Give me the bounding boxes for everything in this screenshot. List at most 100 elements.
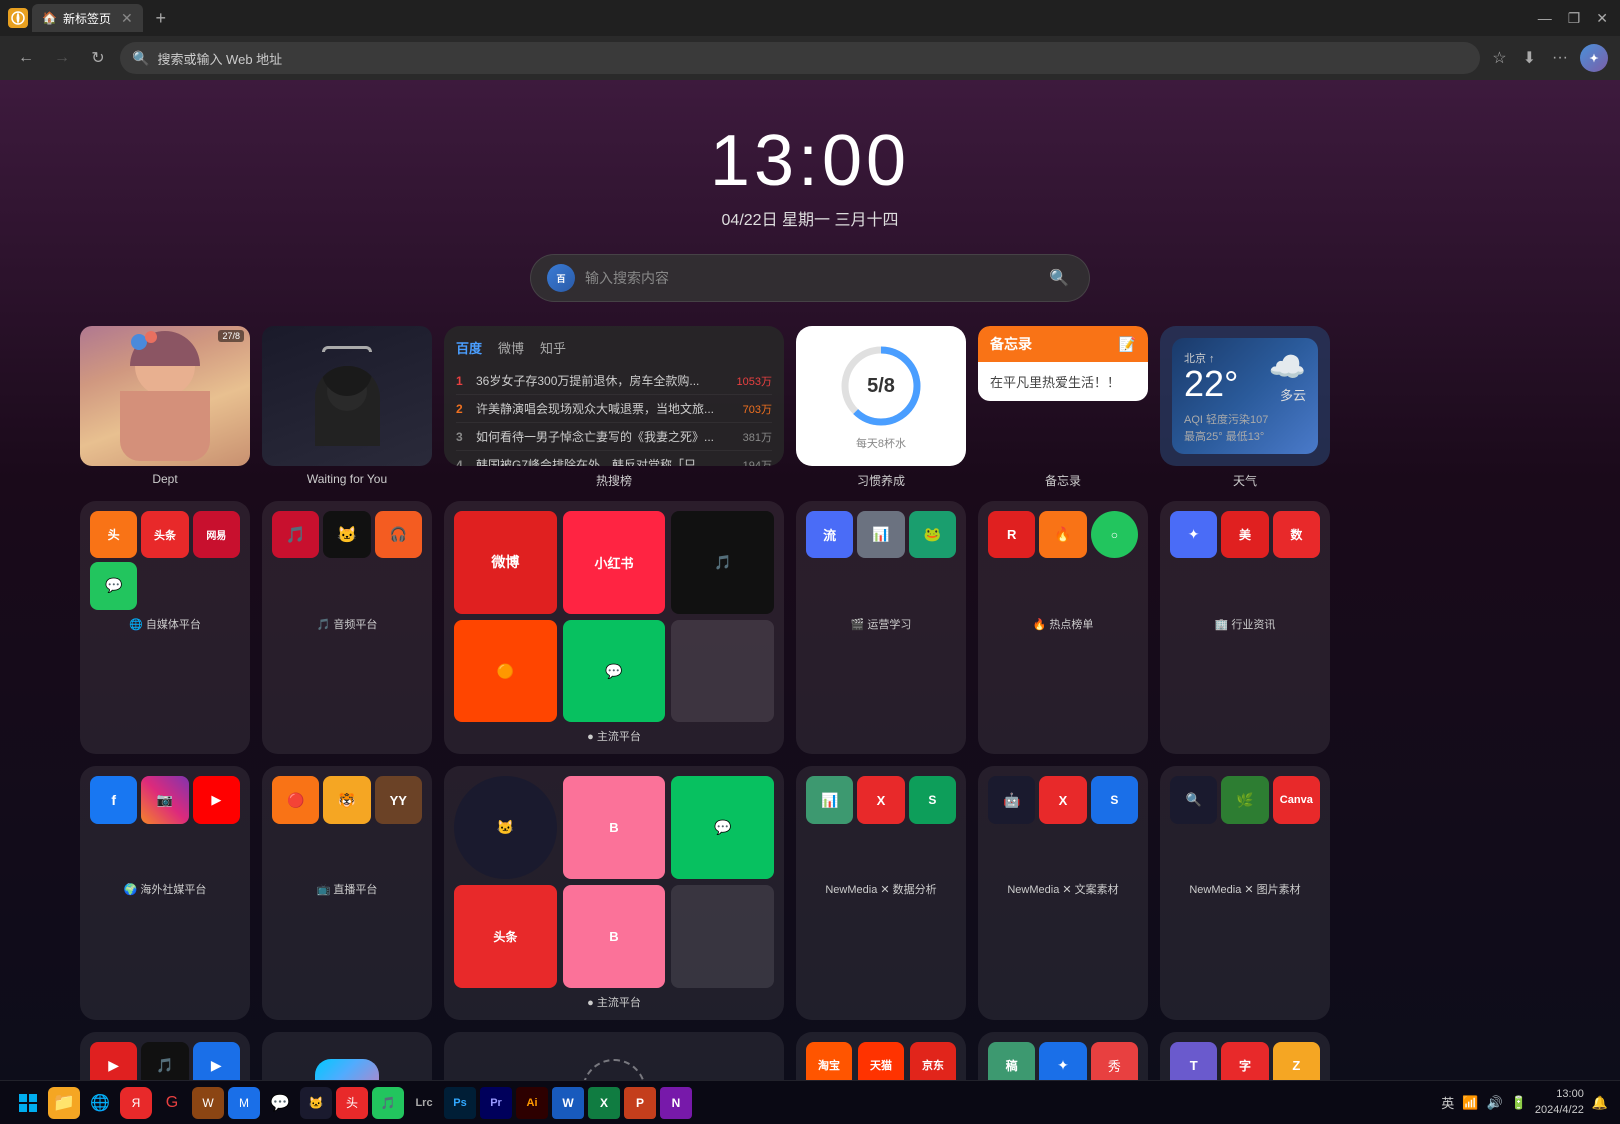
- photo-card-dept[interactable]: 27/8 Dept: [80, 326, 250, 489]
- app-icon-live1: 🔴: [272, 776, 319, 823]
- maximize-button[interactable]: ❐: [1564, 6, 1585, 31]
- folder-design[interactable]: 稿 ✦ 秀 NewMedia ✕ 作图工具: [978, 1032, 1148, 1080]
- photo-card-waiting[interactable]: Waiting for You: [262, 326, 432, 489]
- app-icon-tianmao: 天猫: [858, 1042, 904, 1080]
- app-icon-empty1: [141, 562, 188, 609]
- clock-time: 13:00: [0, 120, 1620, 202]
- add-icon-card[interactable]: + 添加图标: [444, 1032, 784, 1080]
- app-icon-empty17: [141, 828, 188, 875]
- taskbar-edge[interactable]: 🌐: [84, 1087, 116, 1119]
- hot-tab-zhihu[interactable]: 知乎: [540, 338, 566, 357]
- close-button[interactable]: ✕: [1592, 6, 1612, 31]
- hot-item-1[interactable]: 1 36岁女子存300万提前退休，房车全款购... 1053万: [456, 367, 772, 395]
- refresh-button[interactable]: ↻: [84, 44, 112, 72]
- taskbar-pr[interactable]: Pr: [480, 1087, 512, 1119]
- taskbar-lrc[interactable]: Lrc: [408, 1087, 440, 1119]
- app-icon-empty6: [671, 620, 774, 723]
- app-icon-toutiao-red: 头条: [141, 511, 188, 558]
- habit-card[interactable]: 5/8 每天8杯水 习惯养成: [796, 326, 966, 489]
- folder-ecommerce[interactable]: 淘宝 天猫 京东 ❤ ebay amzn 🛒 电商平台: [796, 1032, 966, 1080]
- forward-button[interactable]: →: [48, 44, 76, 72]
- download-icon[interactable]: ⬇: [1519, 44, 1540, 72]
- app-icon-instagram: 📷: [141, 776, 188, 823]
- hot-item-4[interactable]: 4 韩国被G7峰会排除在外，韩反对党称「只... 194万: [456, 451, 772, 466]
- folder-overseas[interactable]: f 📷 ▶ 🌍 海外社媒平台: [80, 766, 250, 1019]
- zimeiti-label: 🌐 自媒体平台: [90, 616, 240, 632]
- app-icon-ind3: 数: [1273, 511, 1320, 558]
- back-button[interactable]: ←: [12, 44, 40, 72]
- row3-grid: f 📷 ▶ 🌍 海外社媒平台 🔴 🐯 YY 📺 直播平台: [0, 766, 1620, 1019]
- gradient-icon: [315, 1059, 379, 1080]
- image-label: NewMedia ✕ 图片素材: [1170, 881, 1320, 897]
- folder-image[interactable]: 🔍 🌿 Canva NewMedia ✕ 图片素材: [1160, 766, 1330, 1019]
- taskbar-word[interactable]: W: [552, 1087, 584, 1119]
- menu-icon[interactable]: ···: [1548, 45, 1572, 71]
- minimize-button[interactable]: —: [1534, 6, 1556, 30]
- taskbar-app2[interactable]: W: [192, 1087, 224, 1119]
- taskbar-ai[interactable]: Ai: [516, 1087, 548, 1119]
- folder-zhuliu2[interactable]: 🐱 B 💬 头条 B ● 主流平台: [444, 766, 784, 1019]
- gradient-card[interactable]: 渐变色: [262, 1032, 432, 1080]
- taskbar-app7[interactable]: 🎵: [372, 1087, 404, 1119]
- app-icon-empty19: [272, 828, 319, 875]
- browser-toolbar: ← → ↻ 🔍 搜索或输入 Web 地址 ☆ ⬇ ··· ✦: [0, 36, 1620, 80]
- taskbar-onenote[interactable]: N: [660, 1087, 692, 1119]
- taskbar-volume[interactable]: 🔊: [1487, 1095, 1503, 1111]
- app-icon-ai2: X: [1039, 776, 1086, 823]
- hot-item-3[interactable]: 3 如何看待一男子悼念亡妻写的《我妻之死》... 381万: [456, 423, 772, 451]
- folder-hotlist[interactable]: R 🔥 ○ 🔥 热点榜单: [978, 501, 1148, 754]
- folder-audio[interactable]: 🎵 🐱 🎧 🎵 音频平台: [262, 501, 432, 754]
- app-icon-empty25: [909, 828, 956, 875]
- browser-tab-active[interactable]: 🏠 新标签页 ✕: [32, 4, 143, 32]
- folder-live[interactable]: 🔴 🐯 YY 📺 直播平台: [262, 766, 432, 1019]
- hot-search-tabs: 百度 微博 知乎: [456, 338, 772, 357]
- taskbar-yandex[interactable]: Я: [120, 1087, 152, 1119]
- taskbar-ppt[interactable]: P: [624, 1087, 656, 1119]
- weather-card[interactable]: 北京 ↑ 22° ☁️ 多云 AQI 轻度污染107最高25° 最低13° 天气: [1160, 326, 1330, 489]
- data-label: NewMedia ✕ 数据分析: [806, 881, 956, 897]
- taskbar-excel[interactable]: X: [588, 1087, 620, 1119]
- search-bar[interactable]: 百 输入搜索内容 🔍: [530, 254, 1090, 302]
- app-icon-empty4: [323, 562, 370, 609]
- live-label: 📺 直播平台: [272, 881, 422, 897]
- taskbar-app1[interactable]: G: [156, 1087, 188, 1119]
- hot-item-2[interactable]: 2 许美静演唱会现场观众大喊退票，当地文旅... 703万: [456, 395, 772, 423]
- taskbar-app6[interactable]: 头: [336, 1087, 368, 1119]
- hot-tab-baidu[interactable]: 百度: [456, 338, 482, 357]
- folder-zhuliu[interactable]: 微博 小红书 🎵 🟠 💬 ● 主流平台: [444, 501, 784, 754]
- address-bar[interactable]: 🔍 搜索或输入 Web 地址: [120, 42, 1480, 74]
- folder-wenzi[interactable]: 🤖 X S NewMedia ✕ 文案素材: [978, 766, 1148, 1019]
- folder-zimeiti[interactable]: 头 头条 网易 💬 🌐 自媒体平台: [80, 501, 250, 754]
- taskbar-files[interactable]: 📁: [48, 1087, 80, 1119]
- folder-font[interactable]: T 字 Z NewMedia ✕ 字体素材: [1160, 1032, 1330, 1080]
- folder-video[interactable]: ▶ 🎵 ▶ 📱 短视频&长视频平台: [80, 1032, 250, 1080]
- folder-industry[interactable]: ✦ 美 数 🏢 行业资讯: [1160, 501, 1330, 754]
- memo-card[interactable]: 备忘录 📝 在平凡里热爱生活！！ 备忘录: [978, 326, 1148, 489]
- app-icon-hot1: R: [988, 511, 1035, 558]
- app-icon-ind1: ✦: [1170, 511, 1217, 558]
- app-icon-bilibili2: B: [563, 776, 666, 879]
- taskbar-app5[interactable]: 🐱: [300, 1087, 332, 1119]
- start-button[interactable]: [12, 1087, 44, 1119]
- app-icon-yy3: 🐸: [909, 511, 956, 558]
- new-tab-button[interactable]: +: [147, 4, 175, 32]
- app-icon-facebook: f: [90, 776, 137, 823]
- folder-yunying[interactable]: 流 📊 🐸 🎬 运营学习: [796, 501, 966, 754]
- search-submit-icon[interactable]: 🔍: [1045, 264, 1073, 292]
- app-icon-empty15: [1273, 562, 1320, 609]
- taskbar-lang[interactable]: 英: [1441, 1093, 1454, 1112]
- taskbar-wifi[interactable]: 📶: [1462, 1095, 1478, 1111]
- taskbar-notification[interactable]: 🔔: [1592, 1095, 1608, 1111]
- app-icon-bilibili3: B: [563, 885, 666, 988]
- hot-tab-weibo[interactable]: 微博: [498, 338, 524, 357]
- taskbar-ps[interactable]: Ps: [444, 1087, 476, 1119]
- taskbar-battery[interactable]: 🔋: [1511, 1095, 1527, 1111]
- favorites-icon[interactable]: ☆: [1488, 44, 1510, 72]
- folder-data[interactable]: 📊 X S NewMedia ✕ 数据分析: [796, 766, 966, 1019]
- clock-section: 13:00 04/22日 星期一 三月十四: [0, 80, 1620, 230]
- taskbar-app4[interactable]: 💬: [264, 1087, 296, 1119]
- copilot-button[interactable]: ✦: [1580, 44, 1608, 72]
- app-icon-hot3: ○: [1091, 511, 1138, 558]
- app-icon-ximalaya: 🎧: [375, 511, 422, 558]
- taskbar-app3[interactable]: M: [228, 1087, 260, 1119]
